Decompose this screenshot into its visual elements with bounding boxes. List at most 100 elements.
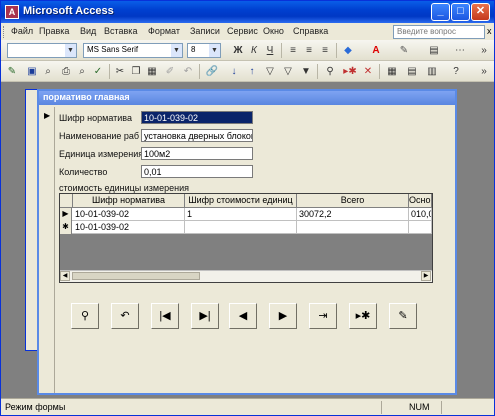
menu-records[interactable]: Записи <box>190 26 220 36</box>
cut-icon[interactable]: ✂ <box>113 65 127 78</box>
edit-record-button[interactable]: ✎ <box>389 303 417 329</box>
filter-by-form-icon[interactable]: ▽ <box>281 65 295 78</box>
line-color-icon[interactable]: ✎ <box>397 44 411 57</box>
scroll-left-icon[interactable]: ◀ <box>60 271 70 281</box>
new-object-icon[interactable]: ▥ <box>425 65 439 78</box>
menu-grip[interactable] <box>3 26 6 38</box>
new-record-icon[interactable]: ▸✱ <box>343 65 357 78</box>
new-record-button[interactable]: ▸✱ <box>349 303 377 329</box>
font-size-value: 8 <box>191 45 196 54</box>
table-row-new[interactable]: ✱ 10-01-039-02 <box>60 221 432 234</box>
code-field[interactable]: 10-01-039-02 <box>141 111 253 124</box>
border-style-icon[interactable]: ▤ <box>427 44 441 57</box>
unit-field[interactable]: 100м2 <box>141 147 253 160</box>
undo-icon: ↶ <box>120 310 130 322</box>
field-label: Единица измерения <box>59 149 144 159</box>
align-left-icon[interactable]: ≡ <box>286 44 300 57</box>
print-icon[interactable]: ⎙ <box>59 65 73 78</box>
font-size-combo[interactable]: 8 ▼ <box>187 43 221 58</box>
align-center-icon[interactable]: ≡ <box>302 44 316 57</box>
ask-question-input[interactable]: Введите вопрос <box>393 25 485 39</box>
previous-record-button[interactable]: ◀ <box>229 303 257 329</box>
database-window-icon[interactable]: ▤ <box>405 65 419 78</box>
toolbar-options-icon[interactable]: » <box>477 65 491 78</box>
menu-view[interactable]: Вид <box>80 26 96 36</box>
table-cell[interactable]: 1 <box>185 208 297 221</box>
access-app-window: A Microsoft Access _ □ ✕ Файл Правка Вид… <box>0 0 495 416</box>
maximize-button[interactable]: □ <box>451 3 470 21</box>
apply-filter-icon[interactable]: ▼ <box>299 65 313 78</box>
table-cell[interactable]: 10-01-039-02 <box>73 221 185 234</box>
chevron-down-icon: ▼ <box>209 44 220 57</box>
grid-corner[interactable] <box>60 194 73 208</box>
table-cell[interactable] <box>185 221 297 234</box>
last-record-button[interactable]: ▶| <box>191 303 219 329</box>
quantity-field[interactable]: 0,01 <box>141 165 253 178</box>
column-header[interactable]: Всего <box>297 194 409 208</box>
menu-help[interactable]: Справка <box>293 26 328 36</box>
fill-color-icon[interactable]: ◆ <box>341 44 355 57</box>
next-icon: ▶ <box>278 310 288 322</box>
paste-icon[interactable]: ▦ <box>145 65 159 78</box>
toolbar-options-icon[interactable]: » <box>477 44 491 57</box>
table-cell[interactable] <box>409 221 432 234</box>
print-preview-icon[interactable]: ⌕ <box>75 65 89 78</box>
row-selector[interactable]: ✱ <box>60 221 72 234</box>
sort-ascending-icon[interactable]: ↓ <box>227 65 241 78</box>
view-icon[interactable]: ✎ <box>5 65 19 78</box>
table-cell[interactable]: 010,00 <box>409 208 432 221</box>
column-header[interactable]: Шифр норматива <box>73 194 185 208</box>
bold-icon[interactable]: Ж <box>231 44 245 57</box>
underline-icon[interactable]: Ч <box>263 44 277 57</box>
menu-edit[interactable]: Правка <box>39 26 69 36</box>
table-cell[interactable]: 10-01-039-02 <box>73 208 185 221</box>
menu-close-icon[interactable]: x <box>487 26 492 36</box>
format-painter-icon[interactable]: ✐ <box>163 65 177 78</box>
copy-icon[interactable]: ❐ <box>129 65 143 78</box>
menu-format[interactable]: Формат <box>148 26 180 36</box>
properties-icon[interactable]: ▦ <box>385 65 399 78</box>
column-header[interactable]: Шифр стоимости единиц <box>185 194 297 208</box>
scroll-right-icon[interactable]: ▶ <box>421 271 431 281</box>
help-icon[interactable]: ? <box>449 65 463 78</box>
font-color-icon[interactable]: A <box>369 44 383 57</box>
menu-window[interactable]: Окно <box>263 26 284 36</box>
spelling-icon[interactable]: ✓ <box>91 65 105 78</box>
table-cell[interactable]: 30072,2 <box>297 208 409 221</box>
font-name-combo[interactable]: MS Sans Serif ▼ <box>83 43 183 58</box>
table-row[interactable]: ▶ 10-01-039-02 1 30072,2 010,00 <box>60 208 432 221</box>
minimize-button[interactable]: _ <box>431 3 450 21</box>
file-search-icon[interactable]: ⌕ <box>41 65 55 78</box>
close-button[interactable]: ✕ <box>471 3 490 21</box>
delete-record-icon[interactable]: ✕ <box>361 65 375 78</box>
hyperlink-icon[interactable]: 🔗 <box>205 65 219 78</box>
name-field[interactable]: установка дверных блоков <box>141 129 253 142</box>
filter-by-selection-icon[interactable]: ▽ <box>263 65 277 78</box>
column-header[interactable]: Основ <box>409 194 432 208</box>
align-right-icon[interactable]: ≡ <box>318 44 332 57</box>
sort-descending-icon[interactable]: ↑ <box>245 65 259 78</box>
scroll-thumb[interactable] <box>72 272 200 280</box>
window-title: Microsoft Access <box>23 5 114 17</box>
close-form-button[interactable]: ⇥ <box>309 303 337 329</box>
save-icon[interactable]: ▣ <box>25 65 39 78</box>
line-width-icon[interactable]: ⋯ <box>453 44 467 57</box>
formatting-toolbar: ▼ MS Sans Serif ▼ 8 ▼ Ж К Ч ≡ ≡ ≡ ◆ A ✎ ▤ … <box>1 40 494 61</box>
undo-record-button[interactable]: ↶ <box>111 303 139 329</box>
table-cell[interactable] <box>297 221 409 234</box>
title-bar: A Microsoft Access _ □ ✕ <box>1 1 494 23</box>
next-record-button[interactable]: ▶ <box>269 303 297 329</box>
menu-file[interactable]: Файл <box>11 26 33 36</box>
italic-icon[interactable]: К <box>247 44 261 57</box>
find-icon[interactable]: ⚲ <box>323 65 337 78</box>
object-combo[interactable]: ▼ <box>7 43 77 58</box>
horizontal-scrollbar[interactable]: ◀ ▶ <box>60 270 432 282</box>
find-record-button[interactable]: ⚲ <box>71 303 99 329</box>
form-title-bar[interactable]: пормативо главная <box>39 91 455 105</box>
menu-tools[interactable]: Сервис <box>227 26 258 36</box>
record-selector[interactable]: ▶ <box>41 107 55 393</box>
menu-insert[interactable]: Вставка <box>104 26 137 36</box>
row-selector[interactable]: ▶ <box>60 208 72 221</box>
first-record-button[interactable]: |◀ <box>151 303 179 329</box>
undo-icon[interactable]: ↶ <box>181 65 195 78</box>
